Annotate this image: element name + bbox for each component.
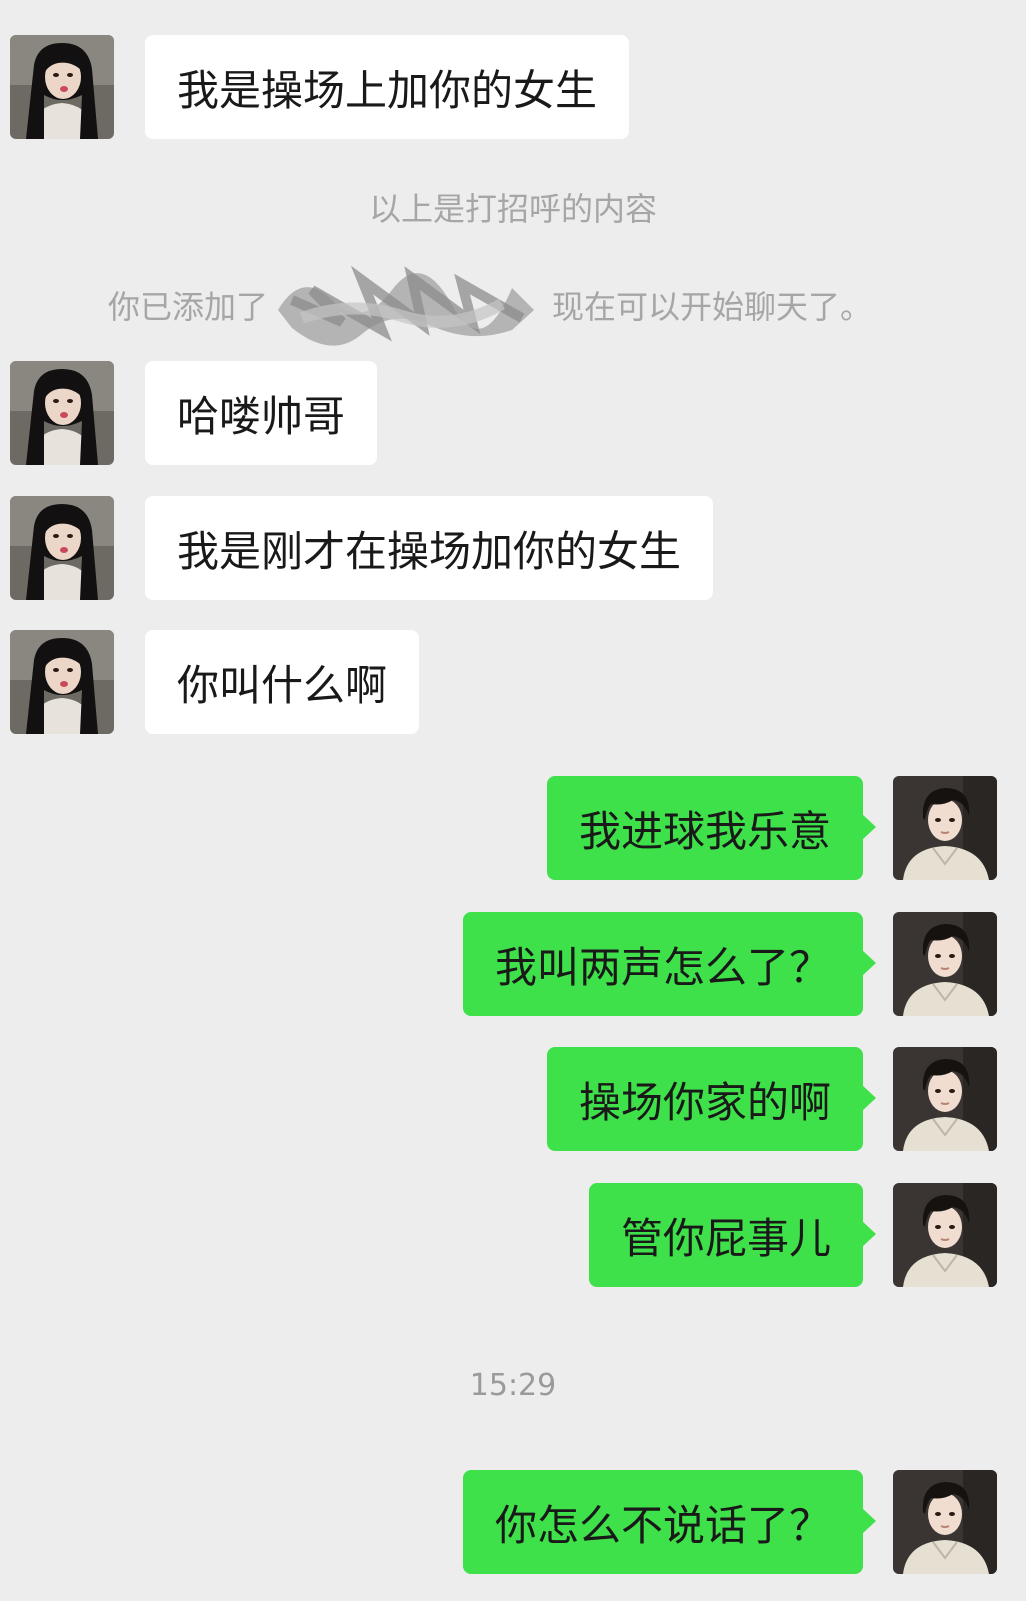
message-row: 我是操场上加你的女生 <box>0 35 1026 140</box>
added-notice-suffix: 现在可以开始聊天了。 <box>552 288 873 326</box>
incoming-message-bubble[interactable]: 你叫什么啊 <box>145 630 420 734</box>
female-avatar-icon[interactable] <box>10 496 114 600</box>
message-row: 我是刚才在操场加你的女生 <box>0 496 1026 601</box>
chat-area[interactable]: 我是操场上加你的女生 以上是打招呼的内容 你已添加了 现在可以开始聊天了。 哈喽… <box>0 0 1026 1601</box>
female-avatar-icon[interactable] <box>10 630 114 734</box>
message-row: 你叫什么啊 <box>0 630 1026 735</box>
message-row: 哈喽帅哥 <box>0 361 1026 466</box>
message-row: 操场你家的啊 <box>0 1047 1026 1152</box>
incoming-message-bubble[interactable]: 我是刚才在操场加你的女生 <box>145 496 714 600</box>
incoming-message-bubble[interactable]: 我是操场上加你的女生 <box>145 35 630 139</box>
added-friend-notice: 你已添加了 现在可以开始聊天了。 <box>0 260 1026 350</box>
message-row: 管你屁事儿 <box>0 1183 1026 1288</box>
outgoing-message-bubble[interactable]: 操场你家的啊 <box>546 1047 877 1151</box>
message-row: 你怎么不说话了？ <box>0 1470 1026 1575</box>
scribble-redaction <box>272 260 542 350</box>
female-avatar-icon[interactable] <box>10 35 114 139</box>
greeting-note: 以上是打招呼的内容 <box>368 190 657 228</box>
male-avatar-icon[interactable] <box>893 1470 997 1574</box>
male-avatar-icon[interactable] <box>893 776 997 880</box>
male-avatar-icon[interactable] <box>893 1183 997 1287</box>
female-avatar-icon[interactable] <box>10 361 114 465</box>
message-row: 我进球我乐意 <box>0 776 1026 881</box>
added-notice-prefix: 你已添加了 <box>108 288 269 326</box>
message-timestamp: 15:29 <box>469 1368 557 1403</box>
outgoing-message-bubble[interactable]: 管你屁事儿 <box>588 1183 877 1287</box>
male-avatar-icon[interactable] <box>893 1047 997 1151</box>
message-row: 我叫两声怎么了？ <box>0 912 1026 1017</box>
outgoing-message-bubble[interactable]: 我进球我乐意 <box>546 776 877 880</box>
incoming-message-bubble[interactable]: 哈喽帅哥 <box>145 361 378 465</box>
outgoing-message-bubble[interactable]: 你怎么不说话了？ <box>462 1470 877 1574</box>
outgoing-message-bubble[interactable]: 我叫两声怎么了？ <box>462 912 877 1016</box>
male-avatar-icon[interactable] <box>893 912 997 1016</box>
